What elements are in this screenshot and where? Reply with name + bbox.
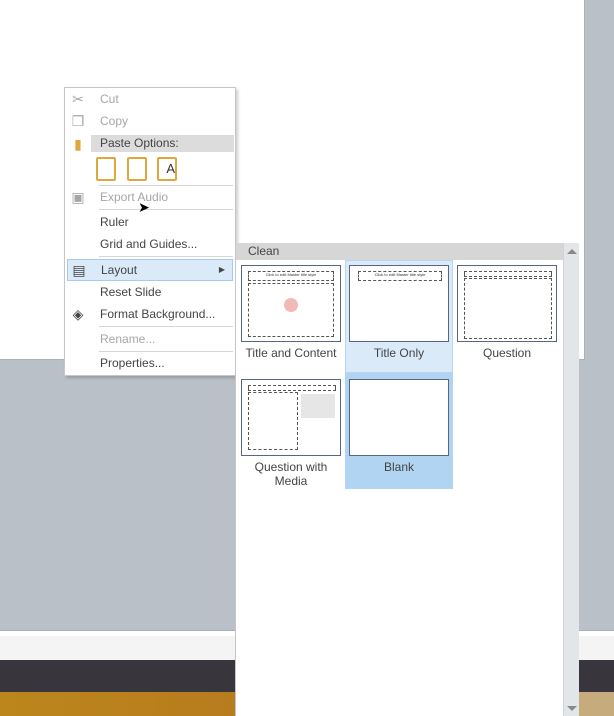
layout-thumbnail [241,379,341,456]
paste-keep-source-icon[interactable] [96,157,116,181]
title-placeholder [464,271,552,277]
menu-item-copy[interactable]: ❐ Copy [65,110,235,132]
context-menu: ✂ Cut ❐ Copy ▮ Paste Options: A ▣ Export Au… [64,87,236,376]
gallery-scrollbar[interactable] [563,243,579,716]
audio-export-icon: ▣ [71,189,85,205]
layout-thumbnail [349,379,449,456]
menu-item-rename[interactable]: Rename... [65,328,235,350]
scroll-down-icon[interactable] [567,706,577,711]
menu-item-export-audio[interactable]: ▣ Export Audio [65,186,235,208]
separator [99,326,233,327]
layout-title-and-content[interactable]: Click to edit Master title style Title a… [237,260,345,360]
menu-item-layout[interactable]: ▤ Layout ▶ [67,259,233,281]
scissors-icon: ✂ [72,91,84,107]
layout-thumbnail: Click to edit Master title style [241,265,341,342]
scroll-up-icon[interactable] [567,249,577,254]
content-placeholder [248,283,334,337]
gallery-section-header: Clean [236,243,563,260]
separator [99,209,233,210]
menu-item-properties[interactable]: Properties... [65,352,235,374]
menu-item-reset-slide[interactable]: Reset Slide [65,281,235,303]
layout-thumbnail: Click to edit Master title style [349,265,449,342]
paint-bucket-icon: ◈ [72,306,84,322]
copy-icon: ❐ [71,113,85,129]
layout-question-with-media[interactable]: Question with Media [237,374,345,488]
layout-title-only[interactable]: Click to edit Master title style Title O… [345,260,453,360]
layout-gallery: Clean Click to edit Master title style T… [235,243,579,716]
content-placeholder [464,278,552,339]
paste-text-only-icon[interactable]: A [157,157,177,181]
separator [99,256,233,257]
menu-item-format-background[interactable]: ◈ Format Background... [65,303,235,325]
layout-icon: ▤ [72,262,86,278]
paste-picture-icon[interactable] [127,157,147,181]
paste-options-header: Paste Options: [91,135,234,152]
layout-blank[interactable]: Blank [345,374,453,474]
layout-thumbnail [457,265,557,342]
taskbar-right [579,692,614,716]
media-placeholder [301,394,335,418]
mouse-cursor: ➤ [138,199,150,215]
menu-item-ruler[interactable]: Ruler [65,211,235,233]
layout-question[interactable]: Question [453,260,561,360]
menu-item-cut[interactable]: ✂ Cut [65,88,235,110]
clipboard-icon: ▮ [74,136,82,152]
title-placeholder [248,385,336,391]
submenu-arrow-icon: ▶ [218,265,225,274]
content-placeholder [248,392,298,450]
menu-item-grid-guides[interactable]: Grid and Guides... [65,233,235,255]
